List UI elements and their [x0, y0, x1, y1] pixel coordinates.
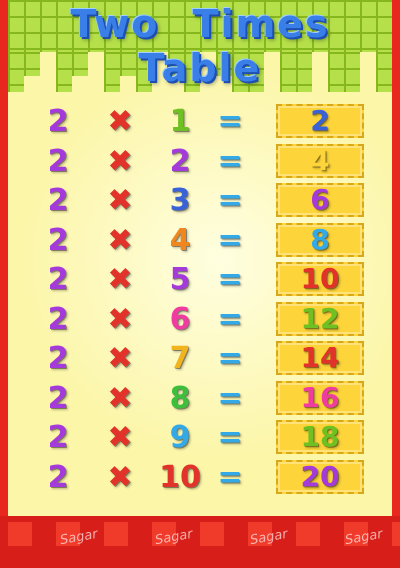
multiplicand: 2: [47, 183, 69, 218]
table-row: 2 ✖ 6 = 12: [0, 301, 400, 338]
answer-value: 16: [300, 380, 340, 414]
footer-block: [200, 522, 224, 546]
times-sign: ✖: [107, 380, 133, 416]
equals-sign: =: [217, 459, 243, 495]
equals-sign: =: [217, 420, 243, 455]
times-sign: ✖: [107, 341, 133, 376]
header-tooth: [104, 52, 120, 92]
multiplicand: 2: [47, 380, 69, 416]
multiplicand: 2: [47, 341, 69, 376]
multiplier: 6: [169, 301, 191, 337]
multiplier: 7: [169, 341, 191, 376]
table-row: 2 ✖ 1 = 2: [0, 104, 400, 140]
table-row: 2 ✖ 8 = 16: [0, 380, 400, 417]
footer-block: [392, 522, 400, 546]
footer-block: [296, 522, 320, 546]
multiplier: 8: [169, 380, 191, 416]
answer-value: 4: [310, 143, 330, 177]
multiplier: 9: [169, 420, 191, 455]
times-table-poster: Two Times Table 2 ✖ 1 = 2 2 ✖ 2 = 4 2 ✖ 3 = 6 2 ✖ 4 = 8 2 ✖ 5 =…: [0, 0, 400, 568]
table-row: 2 ✖ 4 = 8: [0, 222, 400, 259]
times-sign: ✖: [107, 459, 133, 495]
answer-value: 18: [300, 420, 340, 453]
times-sign: ✖: [107, 183, 133, 218]
equals-sign: =: [217, 301, 243, 337]
multiplier: 2: [169, 143, 191, 179]
multiplicand: 2: [47, 262, 69, 297]
header-tooth: [296, 52, 312, 92]
header-tooth: [328, 52, 344, 92]
multiplicand: 2: [47, 222, 69, 258]
header-tooth: [376, 52, 392, 92]
answer-value: 6: [310, 183, 330, 216]
times-sign: ✖: [107, 143, 133, 179]
table-row: 2 ✖ 7 = 14: [0, 341, 400, 377]
multiplicand: 2: [47, 143, 69, 179]
multiplier: 5: [169, 262, 191, 297]
times-sign: ✖: [107, 222, 133, 258]
header-tooth: [72, 52, 88, 76]
header-tooth: [120, 52, 136, 76]
times-sign: ✖: [107, 420, 133, 455]
equals-sign: =: [217, 262, 243, 297]
answer-value: 2: [310, 104, 330, 137]
equals-sign: =: [217, 380, 243, 416]
header-tooth: [56, 52, 72, 92]
answer-value: 8: [310, 222, 330, 256]
times-sign: ✖: [107, 104, 133, 139]
multiplicand: 2: [47, 301, 69, 337]
answer-value: 14: [300, 341, 340, 374]
multiplier: 3: [169, 183, 191, 218]
times-sign: ✖: [107, 262, 133, 297]
table-row: 2 ✖ 2 = 4: [0, 143, 400, 180]
times-sign: ✖: [107, 301, 133, 337]
equals-sign: =: [217, 183, 243, 218]
answer-value: 20: [300, 459, 340, 493]
multiplicand: 2: [47, 104, 69, 139]
multiplier: 10: [159, 459, 201, 495]
equals-sign: =: [217, 222, 243, 258]
header-tooth: [8, 52, 24, 92]
multiplier: 4: [169, 222, 191, 258]
answer-value: 12: [300, 301, 340, 335]
table-row: 2 ✖ 5 = 10: [0, 262, 400, 298]
equals-sign: =: [217, 341, 243, 376]
footer-block: [8, 522, 32, 546]
multiplier: 1: [169, 104, 191, 139]
table-row: 2 ✖ 10 = 20: [0, 459, 400, 496]
header-tooth: [280, 52, 296, 92]
poster-title: Two Times Table: [70, 2, 330, 90]
header-tooth: [344, 52, 360, 92]
multiplicand: 2: [47, 420, 69, 455]
multiplicand: 2: [47, 459, 69, 495]
table-row: 2 ✖ 3 = 6: [0, 183, 400, 219]
equals-sign: =: [217, 143, 243, 179]
header-tooth: [24, 52, 40, 76]
table-row: 2 ✖ 9 = 18: [0, 420, 400, 456]
answer-value: 10: [300, 262, 340, 295]
footer-block: [104, 522, 128, 546]
equals-sign: =: [217, 104, 243, 139]
